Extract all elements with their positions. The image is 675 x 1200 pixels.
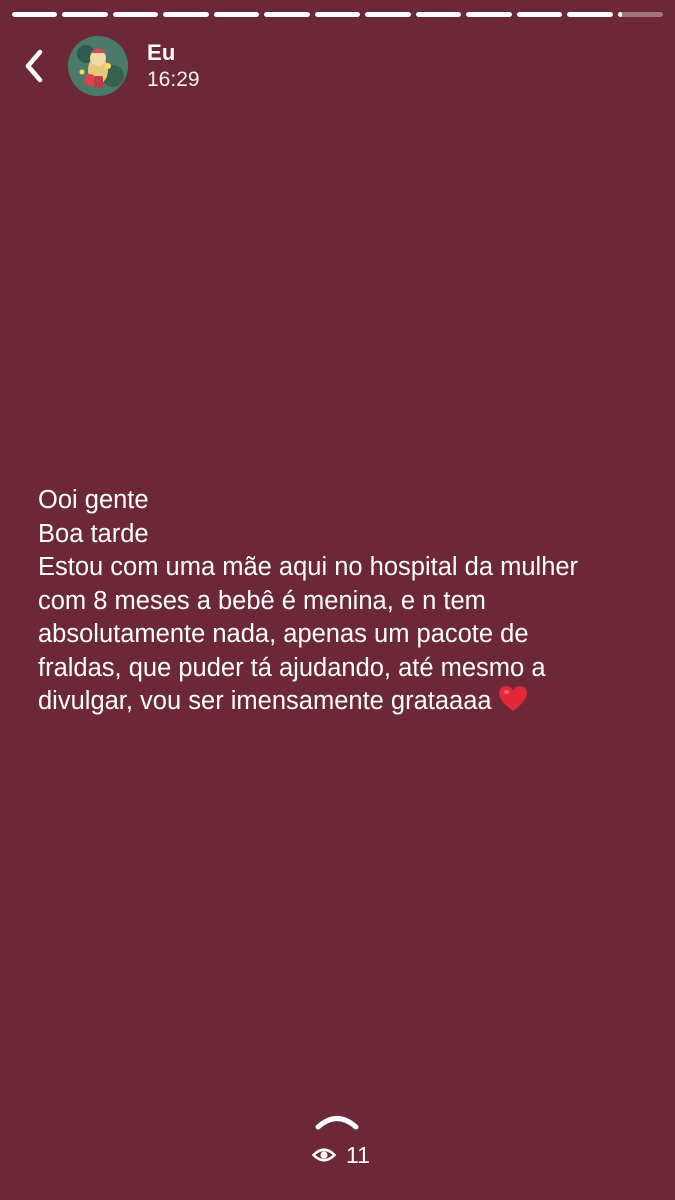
story-author[interactable]: Eu (147, 40, 176, 66)
progress-segment-fill (516, 12, 563, 17)
progress-segment (516, 12, 563, 17)
progress-segment (264, 12, 310, 17)
story-line: divulgar, vou ser imensamente grataaaa (38, 687, 492, 715)
progress-segment-fill (213, 12, 260, 17)
heart-icon (498, 685, 528, 723)
story-line: Ooi gente (38, 486, 149, 514)
progress-segment-fill (163, 12, 209, 17)
progress-segment (415, 12, 462, 17)
story-text: Ooi gente Boa tarde Estou com uma mãe aq… (38, 484, 638, 723)
progress-segment (314, 12, 361, 17)
story-progress-bar (12, 12, 664, 18)
progress-segment (365, 12, 411, 17)
chevron-left-icon (25, 49, 43, 83)
progress-segment (466, 12, 512, 17)
swipe-up-button[interactable] (314, 1108, 360, 1132)
progress-segment (62, 12, 108, 17)
chevron-up-icon (315, 1116, 359, 1130)
progress-segment (213, 12, 260, 17)
story-line: com 8 meses a bebê é menina, e n tem (38, 586, 486, 615)
progress-segment-fill (112, 12, 159, 17)
progress-segment-fill (12, 12, 58, 17)
avatar-image (68, 36, 128, 96)
progress-segment-fill (466, 12, 512, 17)
story-timestamp: 16:29 (147, 68, 200, 91)
progress-segment (617, 12, 664, 17)
avatar[interactable] (68, 36, 128, 96)
eye-icon (312, 1148, 336, 1162)
progress-segment (12, 12, 58, 17)
story-line: Boa tarde (38, 519, 149, 548)
progress-segment-fill (314, 12, 361, 17)
progress-segment (567, 12, 613, 17)
progress-segment-fill (415, 12, 462, 17)
progress-segment-fill (365, 12, 411, 17)
views-count: 11 (346, 1141, 370, 1168)
progress-segment (112, 12, 159, 17)
progress-segment-fill (567, 12, 613, 17)
back-button[interactable] (14, 44, 54, 88)
progress-segment-fill (62, 12, 108, 17)
story-line: fraldas, que puder tá ajudando, até mesm… (38, 653, 546, 682)
story-line-last: divulgar, vou ser imensamente grataaaa (38, 685, 638, 723)
story-line: absolutamente nada, apenas um pacote de (38, 620, 529, 648)
progress-segment (163, 12, 209, 17)
progress-segment-fill (264, 12, 310, 17)
progress-segment-fill (617, 12, 623, 17)
views-counter[interactable]: 11 (312, 1140, 370, 1170)
story-line: Estou com uma mãe aqui no hospital da mu… (38, 553, 579, 581)
